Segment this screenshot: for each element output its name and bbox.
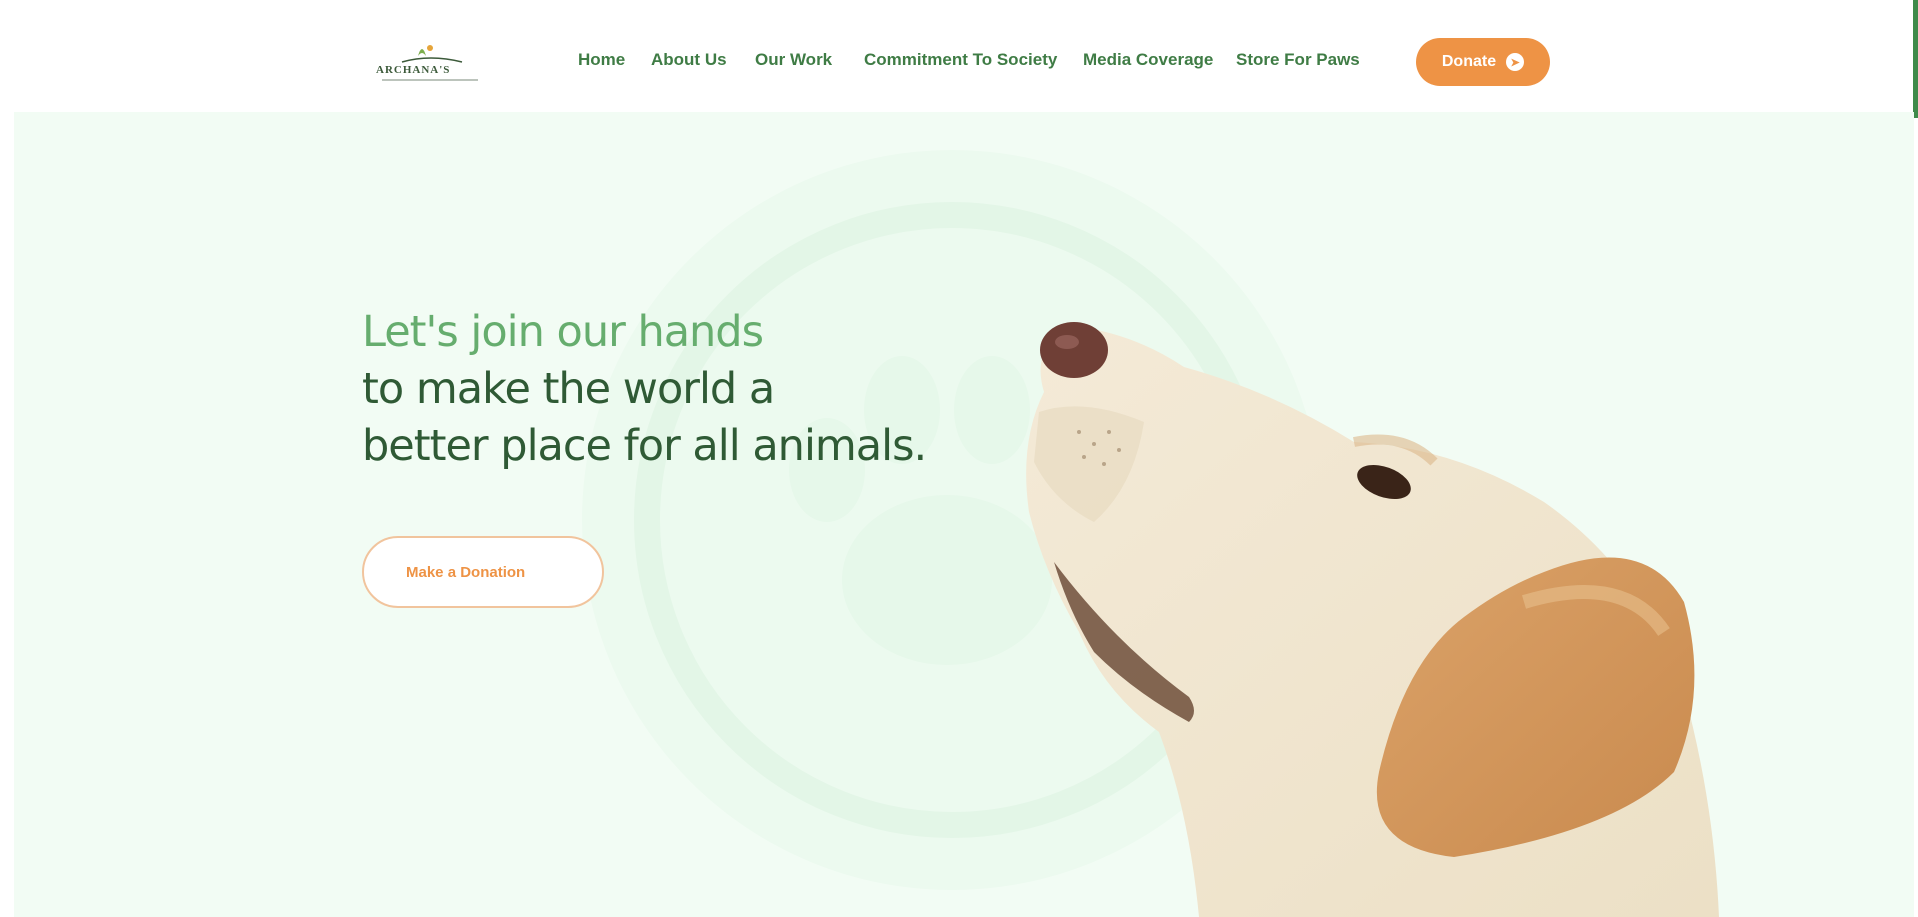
arrow-right-icon: ➤: [1506, 53, 1525, 71]
hero-heading: Let's join our hands to make the world a…: [362, 304, 927, 475]
hero-heading-line-1: Let's join our hands: [362, 307, 764, 357]
nav-link-home[interactable]: Home: [578, 50, 625, 70]
hero-heading-line-3: better place for all animals.: [362, 421, 927, 471]
nav-link-our-work[interactable]: Our Work: [755, 50, 832, 70]
donate-button[interactable]: Donate ➤: [1416, 38, 1550, 86]
make-donation-button[interactable]: Make a Donation: [362, 536, 604, 608]
nav-link-commitment-to-society[interactable]: Commitment To Society: [864, 50, 1057, 70]
nav-link-store-for-paws[interactable]: Store For Paws: [1236, 50, 1360, 70]
main-nav: Home About Us Our Work Commitment To Soc…: [0, 0, 1918, 112]
dog-image: [1026, 322, 1719, 917]
site-header: ARCHANA'S Home About Us Our Work Commitm…: [0, 0, 1918, 112]
nav-link-about-us[interactable]: About Us: [651, 50, 727, 70]
donate-button-label: Donate: [1441, 53, 1497, 70]
nav-link-media-coverage[interactable]: Media Coverage: [1083, 50, 1213, 70]
hero-section: Let's join our hands to make the world a…: [14, 112, 1914, 917]
scroll-indicator: [1913, 0, 1918, 118]
hero-heading-line-2: to make the world a: [362, 364, 775, 414]
